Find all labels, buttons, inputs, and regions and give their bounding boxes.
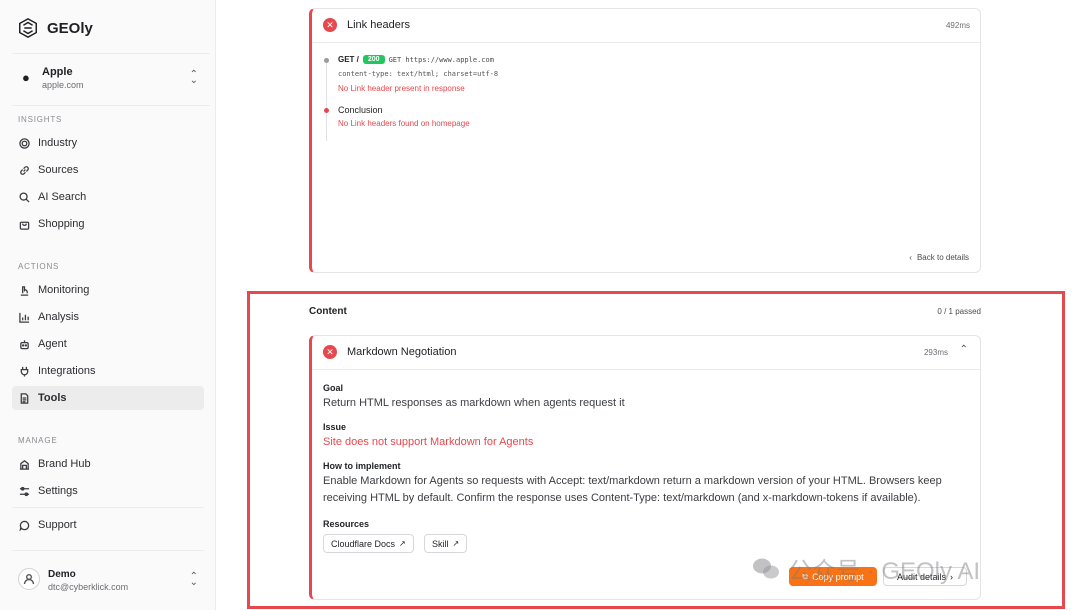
sidebar-item-label: Integrations [38,365,96,377]
sidebar-item-label: AI Search [38,191,87,203]
sidebar-item-label: Support [38,519,77,531]
card-title: Link headers [347,19,410,31]
card-title: Markdown Negotiation [347,346,457,358]
chevron-up-down-icon: ⌃ ⌄ [189,69,198,86]
microscope-icon [20,285,29,296]
request-line: GET / 200 GET https://www.apple.com [338,55,494,64]
wechat-icon [753,558,779,578]
bar-chart-icon [19,312,30,323]
resource-label: Skill [432,538,449,549]
card-header-divider [312,42,980,43]
user-email: dtc@cyberklick.com [48,582,129,592]
sidebar-item-label: Industry [38,137,78,149]
sidebar-item-monitoring[interactable]: Monitoring [12,278,204,302]
timeline-line [326,63,327,141]
chevron-left-icon: ‹ [909,253,912,262]
duration: 492ms [945,21,970,30]
section-title: Content [309,306,347,317]
duration: 293ms [923,348,948,357]
user-name: Demo [48,569,76,580]
timeline-dot [324,58,329,63]
apple-icon: ● [22,70,30,85]
robot-icon [20,339,29,349]
sidebar-item-integrations[interactable]: Integrations [12,359,204,383]
org-switcher[interactable]: ● Apple apple.com ⌃ ⌄ [12,53,210,106]
card-header-divider [312,369,980,370]
manage-label: MANAGE [18,436,58,445]
insights-label: INSIGHTS [18,115,63,124]
chevron-up-icon[interactable]: ⌃ [960,344,968,355]
sidebar-item-sources[interactable]: Sources [12,158,204,182]
sidebar-item-brand-hub[interactable]: Brand Hub [12,452,204,476]
resource-label: Cloudflare Docs [331,538,396,549]
sidebar-item-agent[interactable]: Agent [12,332,204,356]
conclusion-text: No Link headers found on homepage [338,119,470,128]
app-logo[interactable]: GEOly [17,17,93,39]
app-name: GEOly [47,19,93,37]
org-domain: apple.com [42,80,84,90]
watermark: 公众号 · GEOly AI [752,551,980,586]
sidebar-item-support[interactable]: Support [12,513,204,537]
back-to-details-link[interactable]: ‹ Back to details [909,253,969,262]
external-link-icon: ↗ [452,539,460,548]
sidebar-item-shopping[interactable]: Shopping [12,212,204,236]
plug-icon [20,366,29,377]
resources-label: Resources [323,519,370,529]
how-text-line-1: Enable Markdown for Agents so requests w… [323,475,942,487]
sidebar-item-ai-search[interactable]: AI Search [12,185,204,209]
avatar [18,568,40,590]
sidebar-divider [12,550,204,551]
link-icon [20,165,29,175]
sidebar-item-label: Analysis [38,311,79,323]
x-circle-icon: ✕ [323,345,337,359]
conclusion-title: Conclusion [338,105,383,115]
status-badge: 200 [362,55,385,64]
user-icon [23,574,35,585]
sliders-icon [19,486,30,496]
user-menu[interactable]: Demo dtc@cyberklick.com ⌃ ⌄ [12,560,210,600]
how-text-line-2: receiving HTML by default. Confirm the r… [323,492,921,504]
sidebar-item-label: Brand Hub [38,458,91,470]
org-name: Apple [42,66,73,78]
chevron-up-down-icon: ⌃ ⌄ [189,571,198,588]
sidebar-item-tools[interactable]: Tools [12,386,204,410]
sidebar-item-label: Shopping [38,218,85,230]
watermark-text: 公众号 · GEOly AI [788,558,981,585]
skill-link[interactable]: Skill ↗ [424,534,468,553]
back-label: Back to details [916,253,969,262]
request-method: GET / [338,55,359,64]
shopping-bag-icon [19,221,30,230]
sidebar-item-settings[interactable]: Settings [12,479,204,503]
sidebar-item-label: Agent [38,338,67,350]
sidebar-item-label: Sources [38,164,79,176]
header-value: content-type: text/html; charset=utf-8 [338,70,499,78]
building-icon [19,459,30,470]
target-icon [19,137,30,149]
external-link-icon: ↗ [399,539,406,548]
step-result: No Link header present in response [338,84,465,93]
sidebar: GEOly ● Apple apple.com ⌃ ⌄ INSIGHTS Indu… [0,0,216,610]
issue-label: Issue [323,422,347,432]
link-headers-card: ✕ Link headers 492ms GET / 200 GET https… [309,8,981,273]
how-label: How to implement [323,461,401,471]
chat-icon [19,520,30,531]
goal-text: Return HTML responses as markdown when a… [323,397,625,409]
sidebar-item-analysis[interactable]: Analysis [12,305,204,329]
passed-count: 0 / 1 passed [937,307,981,316]
search-icon [19,191,30,203]
sidebar-divider [12,507,204,508]
x-circle-icon: ✕ [323,18,337,32]
issue-text: Site does not support Markdown for Agent… [323,436,534,448]
sidebar-item-label: Tools [38,392,67,404]
cloudflare-docs-link[interactable]: Cloudflare Docs ↗ [323,534,414,553]
document-icon [20,392,29,404]
sidebar-item-label: Monitoring [38,284,90,296]
timeline-dot-error [324,108,329,113]
request-url: GET https://www.apple.com [388,55,494,64]
goal-label: Goal [323,383,344,393]
sidebar-item-label: Settings [38,485,78,497]
geoly-logo-icon [19,17,37,39]
sidebar-item-industry[interactable]: Industry [12,131,204,155]
actions-label: ACTIONS [18,262,60,271]
